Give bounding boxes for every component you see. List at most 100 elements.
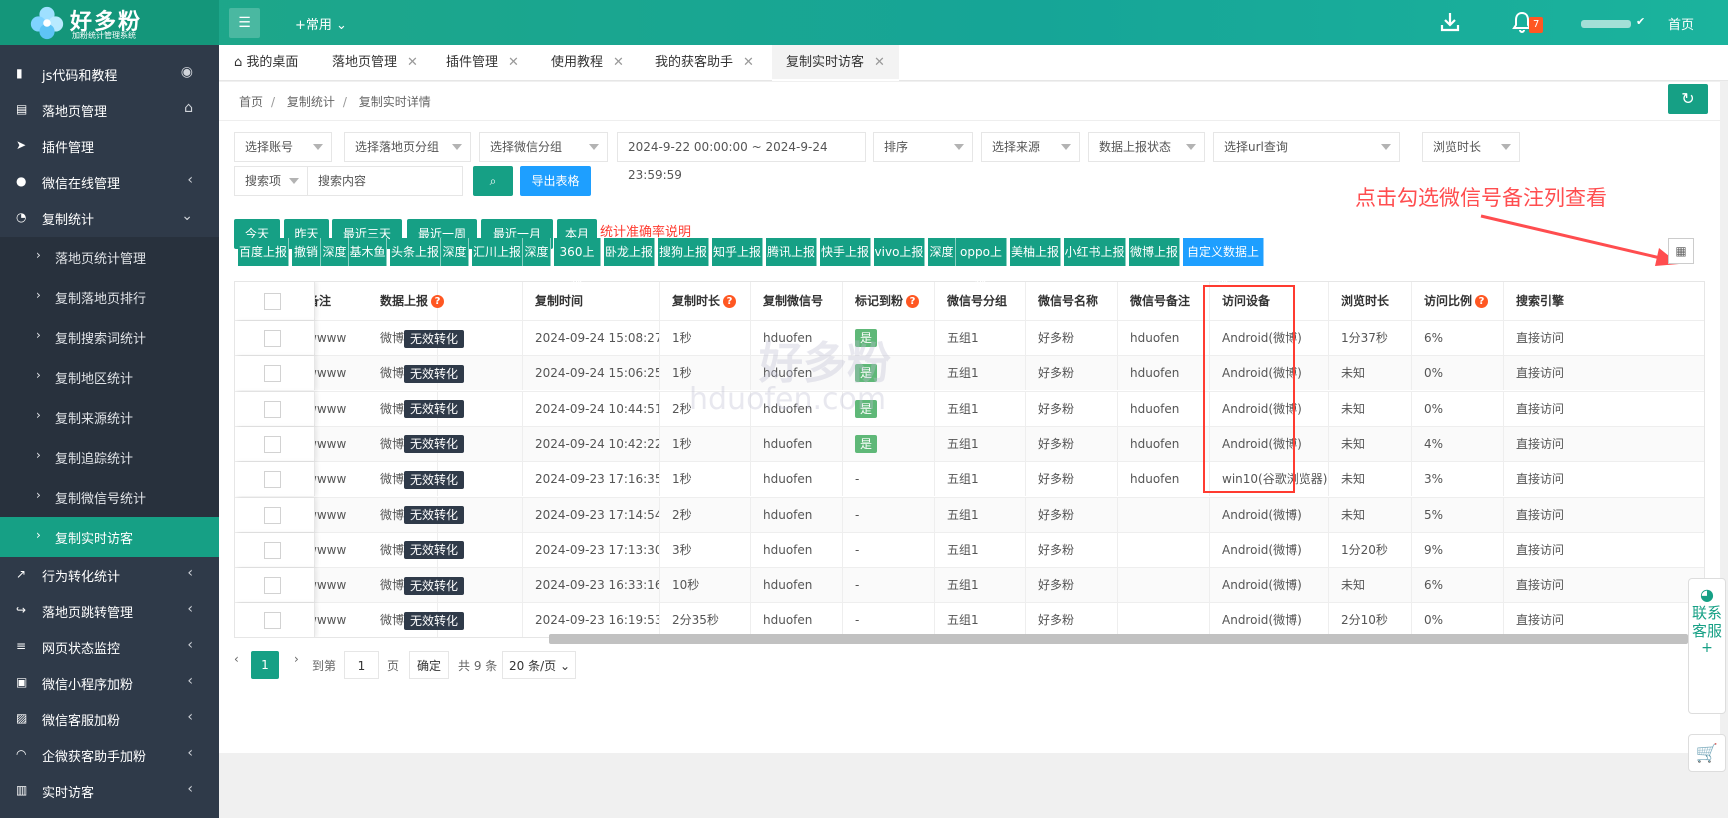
- account-select[interactable]: 选择账号: [234, 132, 332, 162]
- row-checkbox[interactable]: [264, 365, 281, 383]
- row-checkbox[interactable]: [264, 435, 281, 453]
- cart-icon[interactable]: 🛒: [1688, 734, 1726, 772]
- row-checkbox[interactable]: [264, 541, 281, 559]
- close-icon[interactable]: ✕: [508, 55, 519, 70]
- download-icon[interactable]: [1439, 11, 1461, 38]
- tab-assistant[interactable]: 我的获客助手 ✕: [655, 45, 754, 81]
- source-report-button[interactable]: 快手上报: [820, 238, 871, 266]
- table-row[interactable]: wwww 微博 无效转化 2024-09-24 15:08:27 1秒 hduofen 是五…: [235, 320, 1704, 355]
- sidebar-subitem[interactable]: › 复制来源统计: [0, 397, 219, 437]
- page-input[interactable]: 1: [344, 651, 379, 679]
- url-query-select[interactable]: 选择url查询: [1213, 132, 1400, 162]
- search-button[interactable]: ⌕: [473, 166, 513, 196]
- row-checkbox[interactable]: [264, 330, 281, 347]
- table-row[interactable]: wwww 微博 无效转化 2024-09-23 17:13:30 3秒 hduofen - 五…: [235, 531, 1704, 567]
- sidebar-item-copy-stats[interactable]: ◔ 复制统计 ⌄: [0, 199, 219, 235]
- sidebar-subitem[interactable]: › 复制搜索词统计: [0, 317, 219, 357]
- frequent-menu[interactable]: +常用 ⌄: [295, 14, 347, 33]
- table-row[interactable]: wwww 微博 无效转化 2024-09-23 16:33:16 10秒 hduofen -…: [235, 567, 1704, 603]
- tab-landing[interactable]: 落地页管理 ✕: [332, 45, 418, 81]
- table-row[interactable]: wwww 微博 无效转化 2024-09-23 17:14:54 2秒 hduofen - 五…: [235, 496, 1704, 532]
- question-icon[interactable]: ?: [431, 295, 445, 308]
- sort-select[interactable]: 排序: [873, 132, 973, 162]
- sidebar-subitem[interactable]: › 落地页统计管理: [0, 237, 219, 277]
- prev-page-icon[interactable]: ‹: [234, 652, 239, 666]
- source-report-button[interactable]: 汇川上报: [472, 238, 523, 266]
- source-report-button[interactable]: 深度: [928, 238, 956, 266]
- tab-desktop[interactable]: ⌂ 我的桌面: [234, 45, 298, 81]
- sidebar-item-realtime[interactable]: ▥ 实时访客 ‹: [0, 772, 219, 808]
- report-status-select[interactable]: 数据上报状态: [1088, 132, 1205, 162]
- sidebar-item-kefu[interactable]: ▨ 微信客服加粉 ‹: [0, 700, 219, 736]
- sidebar-item-landing[interactable]: ▤ 落地页管理 ⌂: [0, 91, 219, 127]
- source-select[interactable]: 选择来源: [981, 132, 1080, 162]
- tab-tutorial[interactable]: 使用教程 ✕: [551, 45, 624, 81]
- page-1-button[interactable]: 1: [251, 651, 279, 679]
- sidebar-item-monitor[interactable]: ≡ 网页状态监控 ‹: [0, 628, 219, 664]
- customer-service-float[interactable]: ◕ 联系客服 +: [1688, 578, 1726, 714]
- refresh-button[interactable]: ↻: [1668, 84, 1708, 114]
- sidebar-item-redirect[interactable]: ↪ 落地页跳转管理 ‹: [0, 592, 219, 628]
- sidebar-item-behavior[interactable]: ↗ 行为转化统计 ‹: [0, 556, 219, 592]
- tab-plugins[interactable]: 插件管理 ✕: [446, 45, 519, 81]
- sidebar-item-plugins[interactable]: ➤ 插件管理: [0, 127, 219, 163]
- username-masked[interactable]: [1581, 20, 1631, 28]
- source-report-button[interactable]: vivo上报: [874, 238, 925, 266]
- table-row[interactable]: wwww 微博 无效转化 2024-09-24 15:06:25 1秒 hduofen 是五…: [235, 355, 1704, 391]
- sidebar-subitem[interactable]: › 复制追踪统计: [0, 437, 219, 477]
- source-report-button[interactable]: 自定义数据上报: [1183, 238, 1264, 287]
- source-report-button[interactable]: 深度: [321, 238, 349, 266]
- tab-realtime-active[interactable]: 复制实时访客 ✕: [772, 45, 899, 81]
- table-row[interactable]: wwww 微博 无效转化 2024-09-24 10:44:51 2秒 hduofen 是五…: [235, 390, 1704, 426]
- table-row[interactable]: wwww 微博 无效转化 2024-09-24 10:42:22 1秒 hduofen 是五…: [235, 425, 1704, 461]
- source-report-button[interactable]: 微博上报: [1129, 238, 1180, 266]
- sidebar-subitem-active[interactable]: › 复制实时访客: [0, 517, 219, 557]
- source-report-button[interactable]: 小红书上报: [1064, 238, 1126, 266]
- column-toggle-icon[interactable]: ▦: [1668, 238, 1694, 264]
- source-report-button[interactable]: 搜狗上报: [658, 238, 709, 266]
- wechat-group-select[interactable]: 选择微信分组: [479, 132, 608, 162]
- close-icon[interactable]: ✕: [613, 55, 624, 70]
- table-row[interactable]: wwww 微博 无效转化 2024-09-23 16:19:53 2分35秒 hduofe…: [235, 602, 1704, 637]
- logo[interactable]: 好多粉 加粉统计管理系统: [0, 0, 219, 45]
- sidebar-item-miniapp[interactable]: ▣ 微信小程序加粉 ‹: [0, 664, 219, 700]
- horizontal-scrollbar[interactable]: [549, 634, 1688, 644]
- sidebar-item-qiwei[interactable]: ◠ 企微获客助手加粉 ‹: [0, 736, 219, 772]
- source-report-button[interactable]: 深度: [441, 238, 469, 266]
- export-button[interactable]: 导出表格: [520, 166, 591, 196]
- source-report-button[interactable]: 基木鱼: [349, 238, 387, 266]
- sidebar-item-wechat[interactable]: ● 微信在线管理 ‹: [0, 163, 219, 199]
- source-report-button[interactable]: 深度: [523, 238, 551, 266]
- sidebar-item-js[interactable]: ▮ js代码和教程 ◉: [0, 55, 219, 91]
- source-report-button[interactable]: 卧龙上报: [604, 238, 655, 266]
- source-report-button[interactable]: 知乎上报: [712, 238, 763, 266]
- question-icon[interactable]: ?: [906, 295, 920, 308]
- menu-toggle-icon[interactable]: ☰: [229, 8, 260, 38]
- source-report-button[interactable]: 美柚上报: [1010, 238, 1061, 266]
- breadcrumb-copy-stats[interactable]: 复制统计: [287, 95, 335, 109]
- confirm-button[interactable]: 确定: [409, 651, 449, 679]
- row-checkbox[interactable]: [264, 506, 281, 524]
- sidebar-subitem[interactable]: › 复制微信号统计: [0, 477, 219, 517]
- close-icon[interactable]: ✕: [407, 55, 418, 70]
- page-size-select[interactable]: 20 条/页 ⌄: [502, 651, 576, 679]
- question-icon[interactable]: ?: [1475, 295, 1489, 308]
- row-checkbox[interactable]: [264, 471, 281, 489]
- question-icon[interactable]: ?: [723, 295, 737, 308]
- sidebar-subitem[interactable]: › 复制落地页排行: [0, 277, 219, 317]
- date-range-input[interactable]: 2024-9-22 00:00:00 ~ 2024-9-24 23:59:59: [617, 132, 866, 182]
- source-report-button[interactable]: 头条上报: [390, 238, 441, 266]
- sidebar-subitem[interactable]: › 复制地区统计: [0, 357, 219, 397]
- source-report-button[interactable]: 百度上报: [238, 238, 289, 266]
- close-icon[interactable]: ✕: [874, 55, 885, 70]
- browse-time-select[interactable]: 浏览时长: [1422, 132, 1520, 162]
- landing-group-select[interactable]: 选择落地页分组: [344, 132, 471, 162]
- source-report-button[interactable]: 撤销: [292, 238, 321, 266]
- table-row[interactable]: wwww 微博 无效转化 2024-09-23 17:16:35 1秒 hduofen - 五…: [235, 461, 1704, 497]
- source-report-button[interactable]: 360上报: [554, 238, 601, 287]
- select-all-checkbox[interactable]: [264, 293, 281, 310]
- close-icon[interactable]: ✕: [743, 55, 754, 70]
- row-checkbox[interactable]: [264, 612, 281, 630]
- source-report-button[interactable]: 腾讯上报: [766, 238, 817, 266]
- next-page-icon[interactable]: ›: [294, 652, 299, 666]
